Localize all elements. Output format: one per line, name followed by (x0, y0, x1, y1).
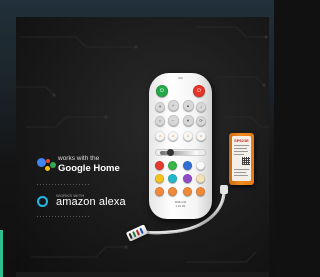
music-button[interactable]: ♪ (196, 102, 206, 112)
speed-down-button[interactable]: − (167, 115, 179, 126)
power-off-button[interactable]: ⏻ (193, 85, 205, 97)
preset-3-button[interactable] (183, 187, 192, 196)
controller-plug (220, 185, 228, 194)
wifi-controller: SP621E (229, 133, 254, 185)
preset-2-button[interactable] (168, 187, 177, 196)
color-purple-button[interactable] (183, 174, 192, 183)
color-green-button[interactable] (168, 161, 177, 170)
speed-up-button[interactable]: + (167, 100, 179, 111)
color-blue-button[interactable] (183, 161, 192, 170)
color-red-button[interactable] (155, 161, 164, 170)
auto-button[interactable]: ⟳ (196, 116, 206, 126)
label-line (234, 145, 249, 146)
music-mode-4-button[interactable]: ♫ (196, 131, 206, 141)
color-warm-white-button[interactable] (196, 174, 205, 183)
label-line (234, 175, 248, 176)
brightness-up-button[interactable]: ☀ (155, 102, 165, 112)
mode-up-button[interactable]: ▲ (182, 100, 194, 111)
controller-label: SP621E (232, 136, 251, 181)
music-mode-3-button[interactable]: ♫ (183, 131, 193, 141)
color-temperature-slider[interactable] (155, 149, 206, 156)
label-line (234, 169, 249, 170)
mode-down-button[interactable]: ▼ (182, 115, 194, 126)
label-line (234, 148, 247, 149)
color-yellow-button[interactable] (155, 174, 164, 183)
label-line (234, 151, 248, 152)
music-mode-1-button[interactable]: ♫ (155, 131, 165, 141)
preset-4-button[interactable] (196, 187, 205, 196)
color-cyan-button[interactable] (168, 174, 177, 183)
slider-knob[interactable] (167, 149, 174, 156)
remote-model-text: RGB+CW (174, 201, 187, 204)
color-white-button[interactable] (196, 161, 205, 170)
slider-track (160, 150, 198, 155)
remote-indicator (178, 77, 183, 79)
label-line (234, 172, 246, 173)
label-line (234, 154, 244, 155)
music-mode-2-button[interactable]: ♫ (168, 131, 178, 141)
connector-pin (139, 227, 144, 235)
controller-title: SP621E (234, 138, 249, 143)
qr-code (242, 157, 250, 165)
power-on-button[interactable]: ⏻ (156, 85, 168, 97)
remote-freq-text: 2.4G RF (175, 205, 186, 208)
preset-1-button[interactable] (155, 187, 164, 196)
brightness-down-button[interactable]: ☼ (155, 116, 165, 126)
remote-control: ⏻ ⏻ ☀ + ▲ ♪ ☼ − ▼ ⟳ ♫ ♫ ♫ ♫ RGB+CW 2.4G … (149, 73, 212, 219)
